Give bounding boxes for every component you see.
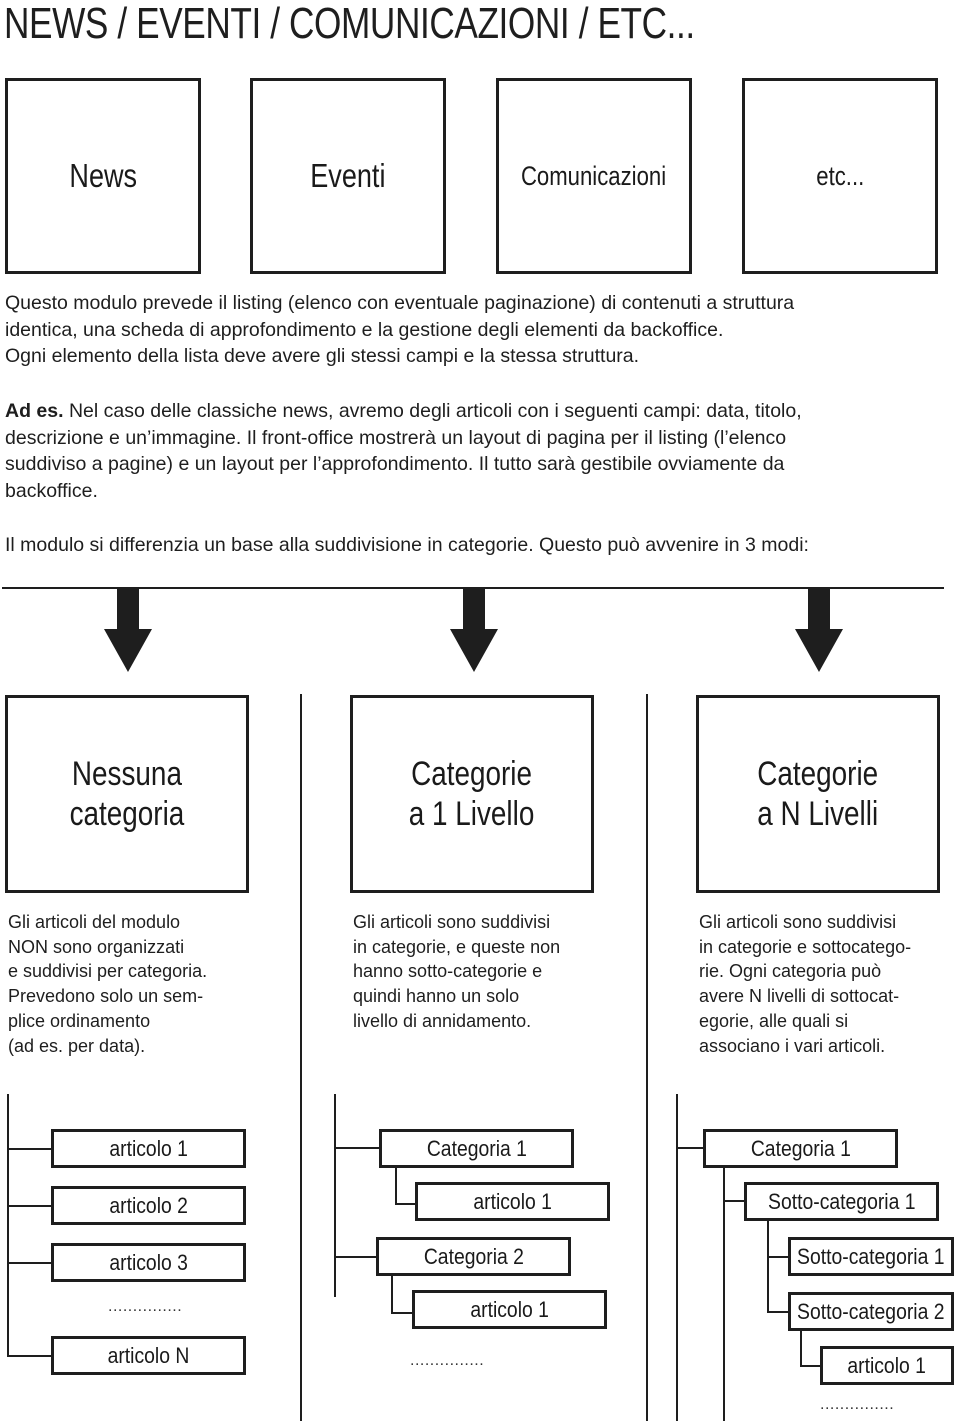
arrow-down-icon [104, 587, 152, 672]
node-label: Sotto-categoria 1 [797, 1243, 945, 1269]
node-label: Categoria 2 [423, 1243, 524, 1269]
tree-connector [391, 1275, 393, 1314]
column-separator [646, 694, 648, 1421]
tree-node-category[interactable]: Categoria 1 [703, 1129, 898, 1168]
mode-title-line: Categorie [411, 755, 533, 793]
tree-node-subcategory[interactable]: Sotto-categoria 1 [744, 1182, 939, 1221]
module-label: etc... [816, 160, 864, 191]
mode-description: Gli articoli sono suddivisi in categorie… [353, 912, 561, 1031]
mode-title-line: a 1 Livello [409, 795, 535, 833]
column-separator [300, 694, 302, 1421]
node-label: articolo N [107, 1342, 190, 1368]
mode-box-categorie-1-livello[interactable]: Categorie a 1 Livello [350, 695, 594, 893]
tree-node-article[interactable]: articolo 3 [51, 1243, 246, 1282]
page-title: NEWS / EVENTI / COMUNICAZIONI / ETC... [4, 0, 695, 48]
node-label: articolo 1 [109, 1135, 188, 1161]
text-line: Ogni elemento della lista deve avere gli… [5, 345, 640, 367]
mode-description: Gli articoli sono suddivisi in categorie… [699, 912, 912, 1056]
ellipsis-more: ............... [410, 1352, 485, 1369]
text-line: Questo modulo prevede il listing (elenco… [5, 292, 795, 314]
text-line: backoffice. [5, 479, 98, 502]
node-label: Categoria 1 [750, 1135, 851, 1161]
node-label: articolo 1 [473, 1188, 552, 1214]
tree-node-category[interactable]: Categoria 1 [379, 1129, 574, 1168]
node-label: articolo 1 [470, 1296, 549, 1322]
tree-node-category[interactable]: Categoria 2 [376, 1237, 571, 1276]
text-line: descrizione e un’immagine. Il front-offi… [5, 426, 787, 449]
node-label: articolo 3 [109, 1249, 188, 1275]
tree-connector [767, 1220, 769, 1312]
node-label: Categoria 1 [426, 1135, 527, 1161]
tree-node-article[interactable]: articolo 2 [51, 1186, 246, 1225]
text-line: Nel caso delle classiche news, avremo de… [63, 400, 802, 422]
module-box-comunicazioni[interactable]: Comunicazioni [496, 78, 692, 274]
tree-connector [800, 1330, 802, 1367]
module-label: Comunicazioni [521, 160, 667, 191]
node-label: articolo 2 [109, 1192, 188, 1218]
module-box-eventi[interactable]: Eventi [250, 78, 446, 274]
tree-branch [7, 1262, 52, 1264]
tree-branch [395, 1203, 417, 1205]
mode-box-categorie-n-livelli[interactable]: Categorie a N Livelli [696, 695, 940, 893]
mode-title-line: Nessuna [71, 755, 183, 793]
node-label: Sotto-categoria 2 [797, 1298, 945, 1324]
tree-connector [395, 1167, 397, 1205]
tree-branch [391, 1312, 413, 1314]
text-line: suddiviso a pagine) e un layout per l’ap… [5, 453, 785, 475]
tree-branch [800, 1365, 822, 1367]
node-label: articolo 1 [847, 1352, 927, 1378]
module-box-etc[interactable]: etc... [742, 78, 938, 274]
tree-node-subcategory[interactable]: Sotto-categoria 2 [788, 1292, 954, 1331]
mode-box-nessuna-categoria[interactable]: Nessuna categoria [5, 695, 249, 893]
tree-trunk [334, 1094, 336, 1297]
mode-description: Gli articoli del modulo NON sono organiz… [8, 912, 208, 1056]
ellipsis-more: ............... [820, 1396, 895, 1413]
tree-node-article[interactable]: articolo N [51, 1336, 246, 1375]
tree-branch [723, 1200, 745, 1202]
tree-branch [7, 1205, 52, 1207]
tree-node-subcategory[interactable]: Sotto-categoria 1 [788, 1237, 954, 1276]
tree-connector [723, 1167, 725, 1421]
intro-paragraph-2: Ad es. Nel caso delle classiche news, av… [5, 398, 945, 504]
module-box-news[interactable]: News [5, 78, 201, 274]
mode-title-line: Categorie [757, 755, 879, 793]
tree-node-article[interactable]: articolo 1 [820, 1346, 954, 1385]
tree-branch [7, 1148, 52, 1150]
module-label: News [69, 157, 137, 194]
tree-branch [767, 1256, 789, 1258]
mode-title-line: categoria [69, 795, 185, 833]
tree-branch [334, 1256, 376, 1258]
node-label: Sotto-categoria 1 [767, 1188, 916, 1214]
intro-paragraph-3: Il modulo si differenzia un base alla su… [5, 534, 809, 556]
tree-branch [7, 1355, 52, 1357]
tree-trunk [676, 1094, 678, 1421]
text-line: identica, una scheda di approfondimento … [5, 318, 724, 341]
tree-branch [334, 1147, 379, 1149]
arrow-down-icon [795, 587, 843, 672]
tree-node-article[interactable]: articolo 1 [412, 1290, 607, 1329]
module-label: Eventi [310, 157, 386, 194]
tree-trunk [7, 1094, 9, 1357]
example-label: Ad es. [5, 400, 64, 422]
tree-branch [767, 1311, 789, 1313]
ellipsis-more: ............... [108, 1298, 183, 1315]
tree-node-article[interactable]: articolo 1 [51, 1129, 246, 1168]
intro-paragraph-1: Questo modulo prevede il listing (elenco… [5, 290, 945, 370]
mode-title-line: a N Livelli [757, 795, 879, 833]
arrow-down-icon [450, 587, 498, 672]
tree-node-article[interactable]: articolo 1 [415, 1182, 610, 1221]
tree-branch [676, 1147, 704, 1149]
